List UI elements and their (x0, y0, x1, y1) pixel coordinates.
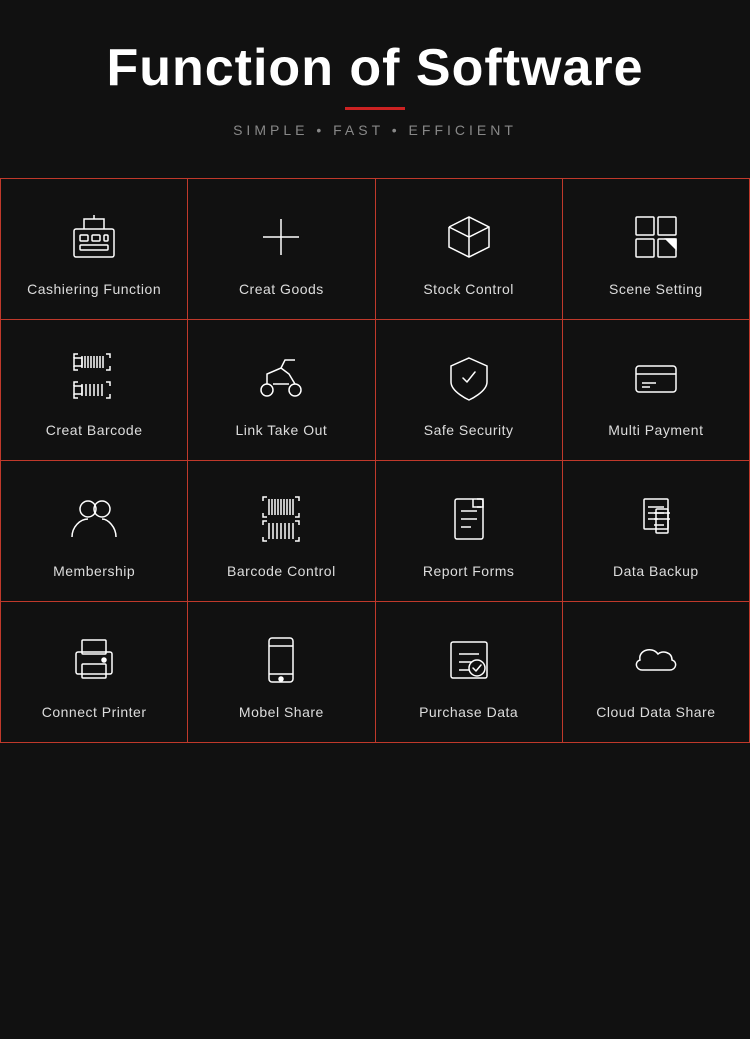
backup-icon (626, 489, 686, 549)
cloud-icon (626, 630, 686, 690)
features-grid: Cashiering Function Creat Goods Stock Co… (0, 178, 750, 743)
cell-label-creat-goods: Creat Goods (239, 281, 324, 297)
shield-icon (439, 348, 499, 408)
cell-label-stock-control: Stock Control (423, 281, 514, 297)
cell-label-multi-payment: Multi Payment (608, 422, 703, 438)
cell-label-link-take-out: Link Take Out (235, 422, 327, 438)
card-icon (626, 348, 686, 408)
grid-cell-purchase-data[interactable]: Purchase Data (376, 602, 563, 743)
scooter-icon (251, 348, 311, 408)
title-underline (345, 107, 405, 110)
grid-cell-creat-barcode[interactable]: Creat Barcode (1, 320, 188, 461)
cell-label-safe-security: Safe Security (424, 422, 514, 438)
barcode-icon (64, 348, 124, 408)
grid-cell-stock-control[interactable]: Stock Control (376, 179, 563, 320)
register-icon (64, 207, 124, 267)
grid-cell-barcode-control[interactable]: Barcode Control (188, 461, 375, 602)
grid-cell-link-take-out[interactable]: Link Take Out (188, 320, 375, 461)
barcode2-icon (251, 489, 311, 549)
grid-cell-mobel-share[interactable]: Mobel Share (188, 602, 375, 743)
grid-cell-creat-goods[interactable]: Creat Goods (188, 179, 375, 320)
cell-label-membership: Membership (53, 563, 135, 579)
cell-label-scene-setting: Scene Setting (609, 281, 703, 297)
plus-icon (251, 207, 311, 267)
purchase-icon (439, 630, 499, 690)
printer-icon (64, 630, 124, 690)
grid-cell-cashiering-function[interactable]: Cashiering Function (1, 179, 188, 320)
person-icon (64, 489, 124, 549)
cell-label-connect-printer: Connect Printer (42, 704, 147, 720)
cell-label-purchase-data: Purchase Data (419, 704, 518, 720)
box-icon (439, 207, 499, 267)
cell-label-data-backup: Data Backup (613, 563, 699, 579)
page-subtitle: SIMPLE • FAST • EFFICIENT (20, 122, 730, 138)
scene-icon (626, 207, 686, 267)
cell-label-mobel-share: Mobel Share (239, 704, 324, 720)
page-title: Function of Software (20, 40, 730, 97)
report-icon (439, 489, 499, 549)
page-header: Function of Software SIMPLE • FAST • EFF… (0, 0, 750, 158)
cell-label-report-forms: Report Forms (423, 563, 515, 579)
mobile-icon (251, 630, 311, 690)
cell-label-cloud-data-share: Cloud Data Share (596, 704, 715, 720)
cell-label-barcode-control: Barcode Control (227, 563, 336, 579)
grid-cell-membership[interactable]: Membership (1, 461, 188, 602)
grid-cell-safe-security[interactable]: Safe Security (376, 320, 563, 461)
cell-label-creat-barcode: Creat Barcode (46, 422, 143, 438)
grid-cell-cloud-data-share[interactable]: Cloud Data Share (563, 602, 750, 743)
grid-cell-report-forms[interactable]: Report Forms (376, 461, 563, 602)
grid-cell-scene-setting[interactable]: Scene Setting (563, 179, 750, 320)
grid-cell-data-backup[interactable]: Data Backup (563, 461, 750, 602)
grid-cell-connect-printer[interactable]: Connect Printer (1, 602, 188, 743)
grid-cell-multi-payment[interactable]: Multi Payment (563, 320, 750, 461)
cell-label-cashiering-function: Cashiering Function (27, 281, 161, 297)
